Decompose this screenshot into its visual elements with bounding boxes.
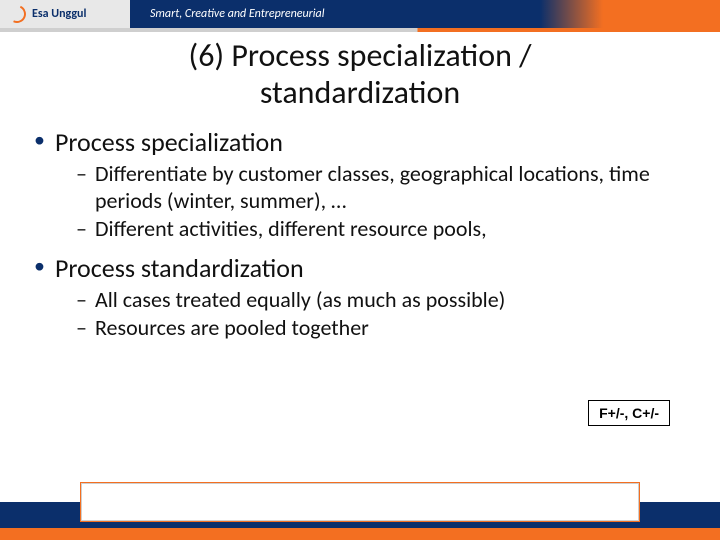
- sub-list: – Differentiate by customer classes, geo…: [76, 160, 690, 243]
- header-tagline: Smart, Creative and Entrepreneurial: [150, 7, 324, 21]
- sub-item: – Different activities, different resour…: [76, 215, 690, 243]
- sub-text: Different activities, different resource…: [95, 215, 690, 243]
- header-bar: Esa Unggul Smart, Creative and Entrepren…: [0, 0, 720, 28]
- sub-item: – Differentiate by customer classes, geo…: [76, 160, 690, 215]
- sub-text: Resources are pooled together: [95, 314, 690, 342]
- dash-icon: –: [76, 286, 87, 314]
- sub-item: – All cases treated equally (as much as …: [76, 286, 690, 314]
- bullet-dot-icon: •: [34, 252, 45, 281]
- footer-orange-bar: [0, 528, 720, 540]
- dash-icon: –: [76, 215, 87, 243]
- title-line-2: standardization: [260, 73, 460, 112]
- slide-title: (6) Process specialization / standardiza…: [0, 38, 720, 112]
- bullet-label: Process standardization: [55, 252, 304, 284]
- header-accent: [540, 0, 720, 28]
- header-underline: [0, 28, 720, 32]
- sub-item: – Resources are pooled together: [76, 314, 690, 342]
- footer-box: [80, 482, 640, 522]
- sub-text: Differentiate by customer classes, geogr…: [95, 160, 690, 215]
- dash-icon: –: [76, 314, 87, 342]
- bullet-standardization: • Process standardization: [30, 252, 690, 284]
- logo-block: Esa Unggul: [0, 0, 130, 28]
- dash-icon: –: [76, 160, 87, 188]
- sub-text: All cases treated equally (as much as po…: [95, 286, 690, 314]
- title-line-1: (6) Process specialization /: [188, 36, 531, 75]
- logo-swirl-icon: [5, 2, 28, 25]
- bullet-specialization: • Process specialization: [30, 126, 690, 158]
- bullet-label: Process specialization: [55, 126, 283, 158]
- sub-list: – All cases treated equally (as much as …: [76, 286, 690, 341]
- content-area: • Process specialization – Differentiate…: [0, 112, 720, 342]
- impact-badge: F+/-, C+/-: [588, 400, 670, 426]
- logo-text: Esa Unggul: [32, 7, 86, 21]
- bullet-dot-icon: •: [34, 126, 45, 155]
